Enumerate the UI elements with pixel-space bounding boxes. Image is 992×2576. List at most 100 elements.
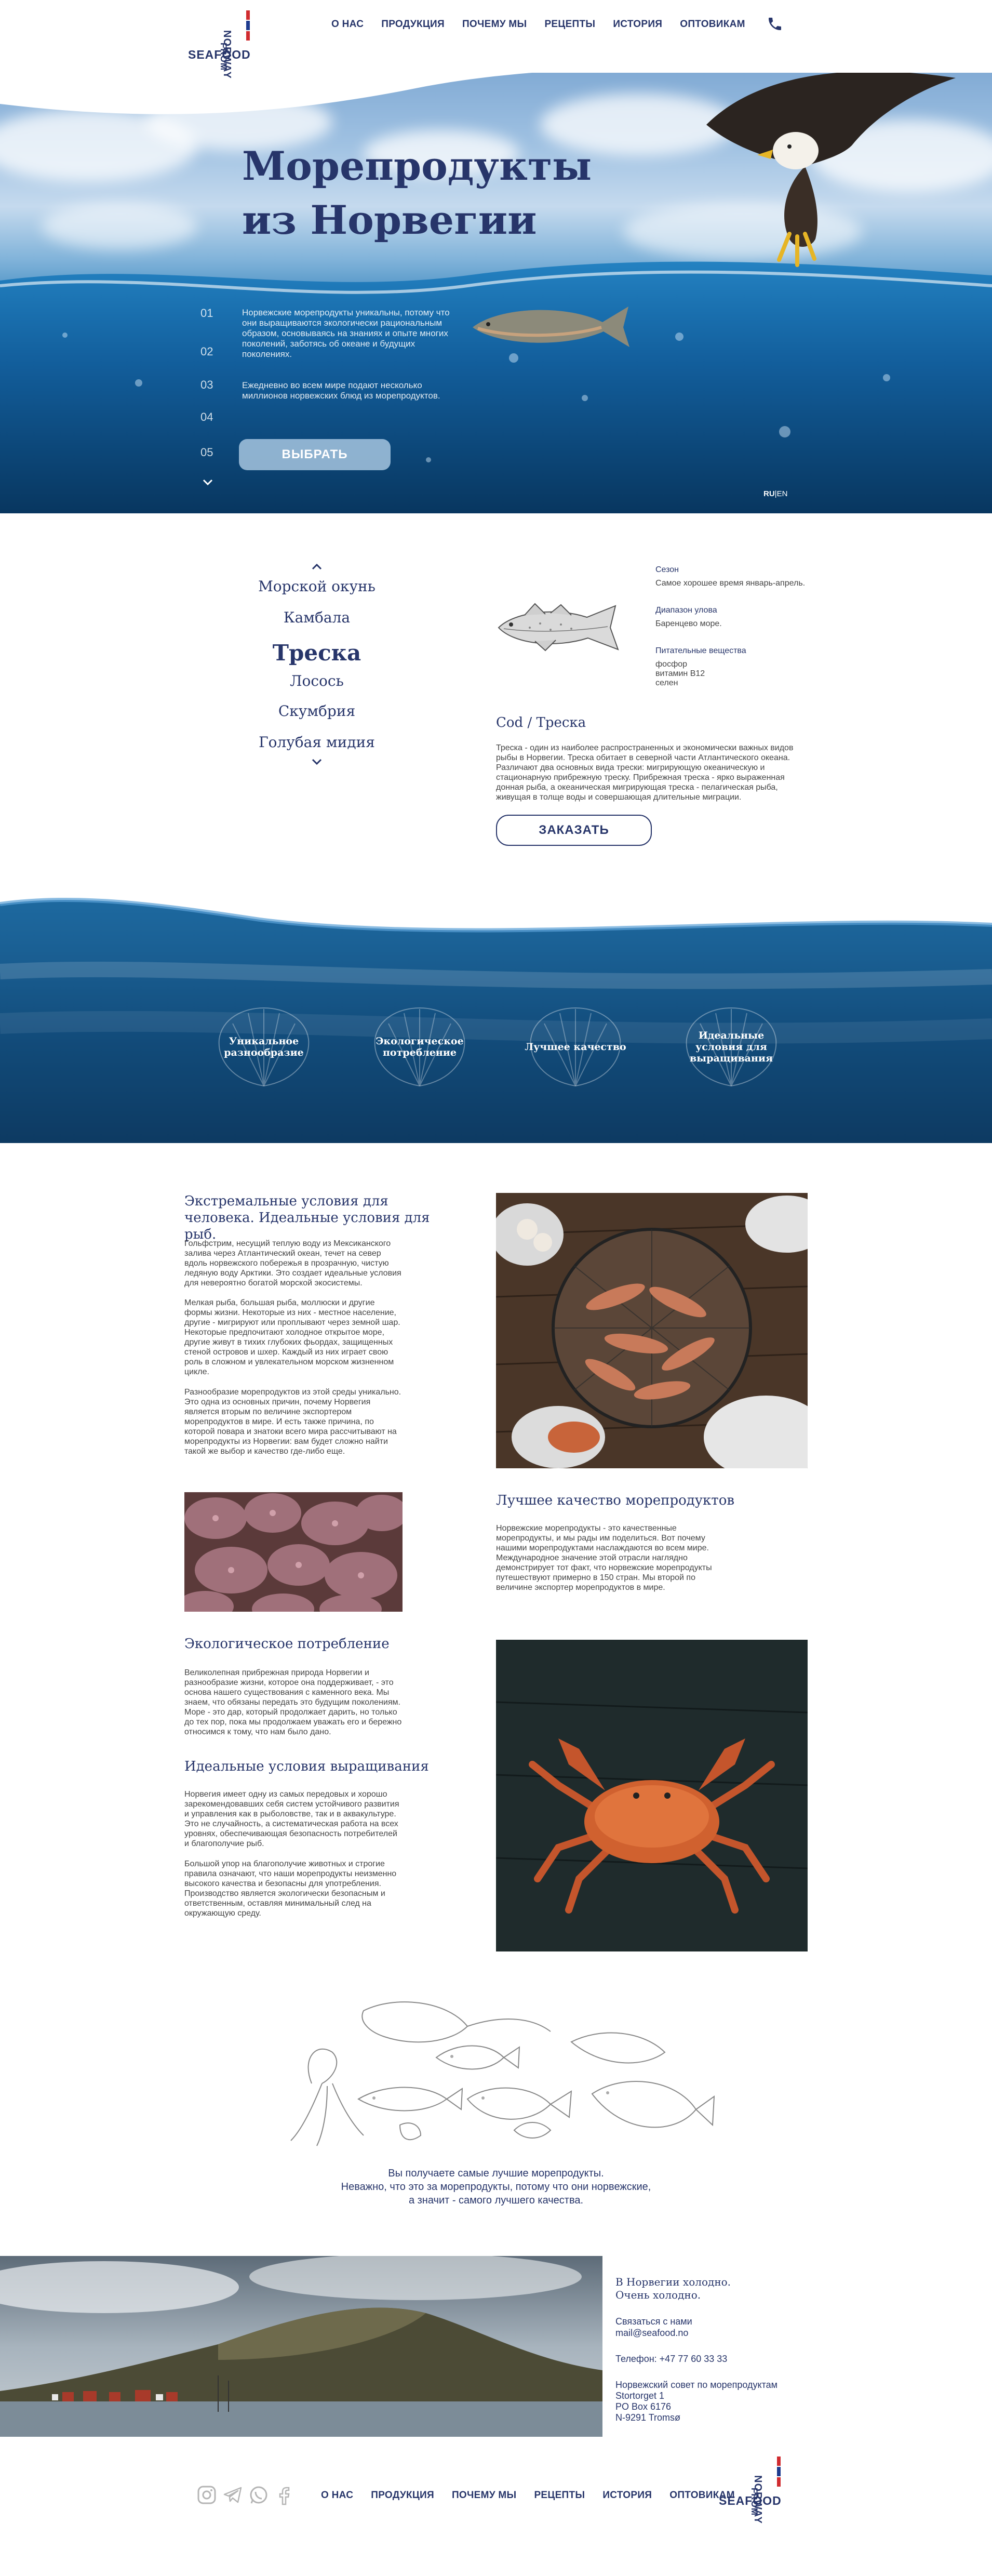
step-04[interactable]: 04	[200, 410, 213, 424]
products-section: Морской окунь Камбала Треска Лосось Скум…	[0, 513, 992, 877]
nutrients-label: Питательные вещества	[655, 646, 746, 655]
hero-text-1: Норвежские морепродукты уникальны, потом…	[242, 308, 450, 359]
nutrient-item: селен	[655, 679, 678, 687]
whatsapp-icon[interactable]	[248, 2485, 269, 2505]
footer-nav-about[interactable]: О НАС	[321, 2490, 353, 2501]
contact-org: Норвежский совет по морепродуктам	[615, 2380, 777, 2390]
closing-line2: Неважно, что это за морепродукты, потому…	[341, 2181, 651, 2193]
step-02[interactable]: 02	[200, 345, 213, 358]
nutrient-item: фосфор	[655, 660, 688, 669]
article-title-eco: Экологическое потребление	[184, 1636, 390, 1652]
product-sea-bass[interactable]: Морской окунь	[223, 578, 410, 595]
tagline-line1: В Норвегии холодно.	[615, 2276, 731, 2288]
article-title-ideal: Идеальные условия выращивания	[184, 1759, 429, 1774]
step-05[interactable]: 05	[200, 446, 213, 459]
nav-wholesale[interactable]: ОПТОВИКАМ	[680, 19, 745, 30]
product-blue-mussel[interactable]: Голубая мидия	[223, 734, 410, 751]
octopus-photo	[184, 1492, 403, 1612]
crab-photo-art	[496, 1640, 808, 1951]
article-paragraph: Великолепная прибрежная природа Норвегии…	[184, 1668, 402, 1736]
contact-phone[interactable]: Телефон: +47 77 60 33 33	[615, 2354, 727, 2365]
nav-about[interactable]: О НАС	[331, 19, 364, 30]
nav-why-us[interactable]: ПОЧЕМУ МЫ	[462, 19, 527, 30]
cod-title: Cod / Треска	[496, 715, 586, 731]
product-flounder[interactable]: Камбала	[223, 609, 410, 626]
hero-title: Морепродукты из Норвегии	[242, 139, 592, 247]
footer-nav-recipes[interactable]: РЕЦЕПТЫ	[534, 2490, 585, 2501]
shrimp-photo	[496, 1193, 808, 1468]
facebook-icon[interactable]	[274, 2485, 295, 2505]
logo[interactable]: NORWAY FROM SEAFOOD	[188, 3, 261, 79]
site-header: NORWAY FROM SEAFOOD О НАС ПРОДУКЦИЯ ПОЧЕ…	[0, 0, 992, 79]
nav-products[interactable]: ПРОДУКЦИЯ	[381, 19, 445, 30]
landscape-photo	[0, 2256, 602, 2437]
feature-unique-variety[interactable]: Уникальное разнообразие	[207, 1035, 321, 1058]
season-value: Самое хорошее время январь-апрель.	[655, 579, 806, 588]
logo-word-seafood: SEAFOOD	[188, 48, 251, 61]
feature-best-quality[interactable]: Лучшее качество	[518, 1041, 633, 1053]
landscape-photo-art	[0, 2256, 602, 2437]
nav-history[interactable]: ИСТОРИЯ	[613, 19, 662, 30]
closing-text: Вы получаете самые лучшие морепродукты. …	[236, 2167, 756, 2207]
catch-range-label: Диапазон улова	[655, 606, 717, 615]
season-label: Сезон	[655, 565, 679, 574]
lang-ru[interactable]: RU	[763, 489, 775, 498]
crab-photo	[496, 1640, 808, 1951]
main-nav: О НАС ПРОДУКЦИЯ ПОЧЕМУ МЫ РЕЦЕПТЫ ИСТОРИ…	[331, 19, 745, 30]
order-button[interactable]: ЗАКАЗАТЬ	[496, 815, 652, 846]
contact-address-line: N-9291 Tromsø	[615, 2412, 681, 2423]
step-03[interactable]: 03	[200, 378, 213, 392]
product-salmon[interactable]: Лосось	[223, 672, 410, 689]
article-paragraph: Разнообразие морепродуктов из этой среды…	[184, 1388, 401, 1456]
chevron-down-icon[interactable]	[202, 477, 214, 487]
article-paragraph: Гольфстрим, несущий теплую воду из Мекси…	[184, 1239, 401, 1287]
product-cod-selected[interactable]: Треска	[223, 640, 410, 666]
shrimp-photo-art	[496, 1193, 808, 1468]
instagram-icon[interactable]	[196, 2485, 217, 2505]
telegram-icon[interactable]	[222, 2485, 243, 2505]
article-paragraph: Большой упор на благополучие животных и …	[184, 1860, 397, 1918]
article-title-extreme: Экстремальные условия для человека. Идеа…	[184, 1193, 430, 1242]
chevron-down-icon[interactable]	[311, 758, 323, 766]
contact-email-link[interactable]: mail@seafood.no	[615, 2328, 688, 2339]
hero-text-2: Ежедневно во всем мире подают несколько …	[242, 380, 440, 401]
contact-address-line: PO Box 6176	[615, 2401, 672, 2412]
nav-recipes[interactable]: РЕЦЕПТЫ	[544, 19, 595, 30]
article-paragraph: Мелкая рыба, большая рыба, моллюски и др…	[184, 1298, 400, 1376]
closing-line1: Вы получаете самые лучшие морепродукты.	[388, 2168, 604, 2179]
language-switcher: RU|EN	[763, 489, 787, 498]
phone-icon[interactable]	[767, 16, 783, 32]
hero-title-line1: Морепродукты	[242, 143, 592, 189]
article-paragraph: Норвежские морепродукты - это качественн…	[496, 1524, 712, 1592]
contact-label: Связаться с нами	[615, 2316, 692, 2327]
tagline-line2: Очень холодно.	[615, 2289, 701, 2301]
chevron-up-icon[interactable]	[311, 563, 323, 571]
nutrient-item: витамин B12	[655, 669, 705, 678]
sea-life-sketch	[290, 2001, 715, 2146]
octopus-photo-art	[184, 1492, 403, 1612]
footer-nav-history[interactable]: ИСТОРИЯ	[602, 2490, 652, 2501]
article-title-quality: Лучшее качество морепродуктов	[496, 1493, 734, 1508]
eagle-illustration	[706, 71, 956, 267]
cod-description: Треска - один из наиболее распространенн…	[496, 743, 794, 802]
footer-nav: О НАС ПРОДУКЦИЯ ПОЧЕМУ МЫ РЕЦЕПТЫ ИСТОРИ…	[321, 2490, 735, 2501]
lang-en[interactable]: EN	[777, 489, 788, 498]
closing-line3: а значит - самого лучшего качества.	[408, 2195, 584, 2206]
feature-eco-consumption[interactable]: Экологическое потребление	[363, 1035, 477, 1058]
step-01[interactable]: 01	[200, 307, 213, 320]
site-footer	[0, 2442, 992, 2576]
footer-nav-products[interactable]: ПРОДУКЦИЯ	[371, 2490, 434, 2501]
contact-tagline: В Норвегии холодно. Очень холодно.	[615, 2276, 731, 2302]
footer-logo[interactable]: NORWAY FROM SEAFOOD	[719, 2450, 792, 2524]
logo-word-seafood: SEAFOOD	[719, 2494, 782, 2507]
product-mackerel[interactable]: Скумбрия	[223, 702, 410, 720]
hero-title-line2: из Норвегии	[242, 197, 537, 243]
salmon-illustration	[473, 307, 629, 347]
footer-nav-why-us[interactable]: ПОЧЕМУ МЫ	[452, 2490, 517, 2501]
catch-range-value: Баренцево море.	[655, 619, 722, 628]
choose-button[interactable]: ВЫБРАТЬ	[239, 439, 391, 470]
contact-address-line: Stortorget 1	[615, 2391, 665, 2401]
cod-illustration	[498, 603, 619, 652]
feature-ideal-conditions[interactable]: Идеальные условия для выращивания	[674, 1030, 788, 1064]
features-section: Уникальное разнообразие Экологическое по…	[0, 873, 992, 1143]
